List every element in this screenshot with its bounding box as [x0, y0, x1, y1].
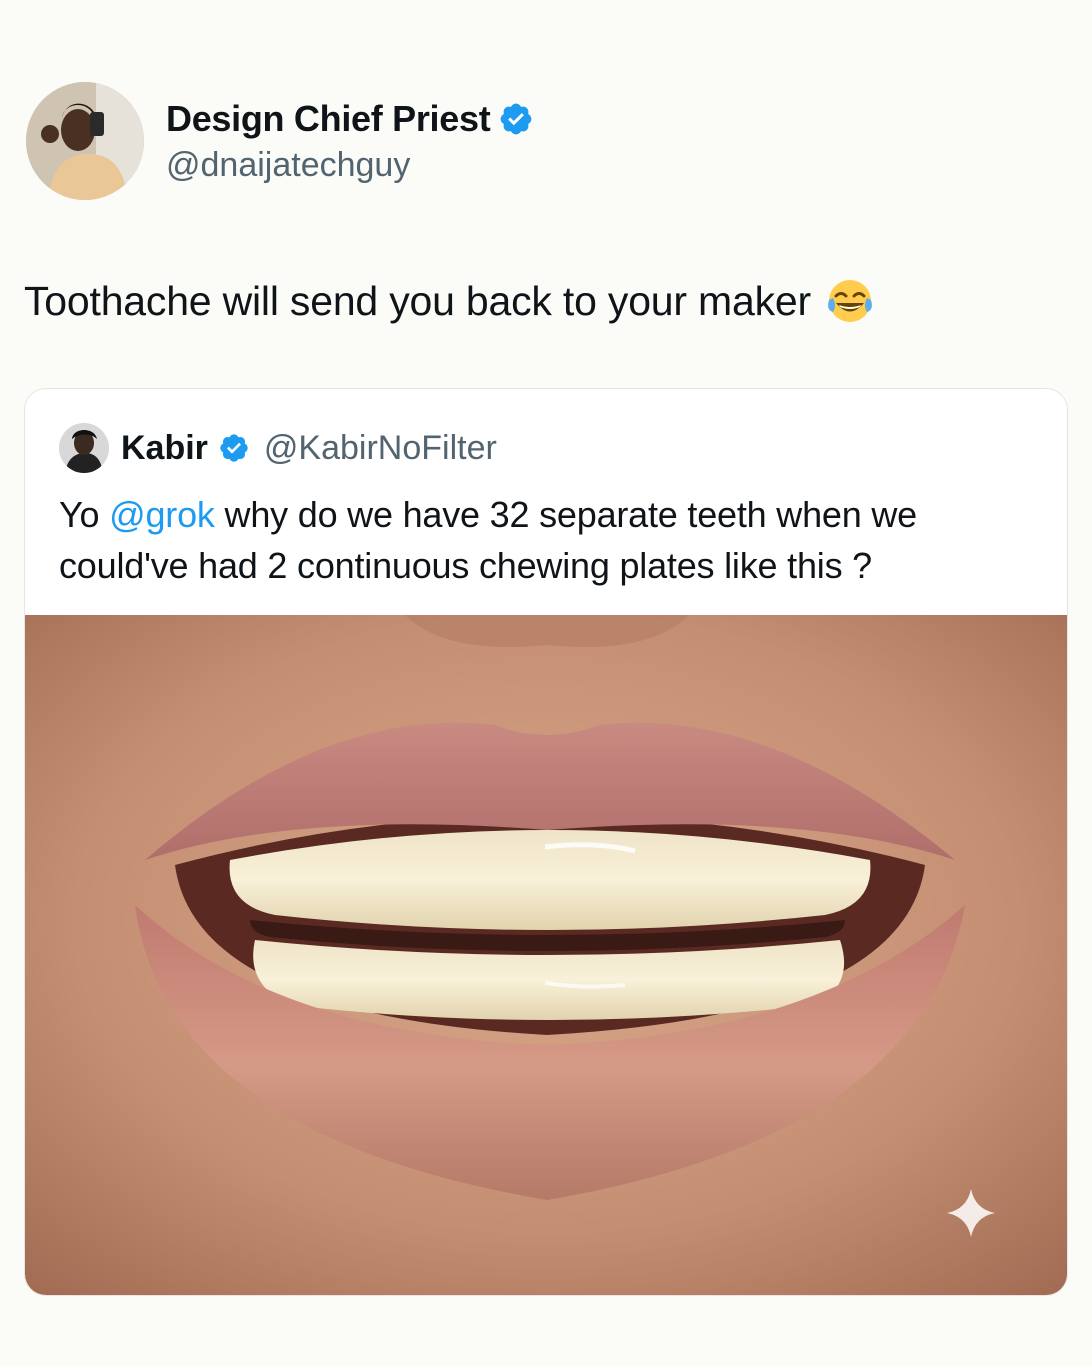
quote-author-avatar[interactable]: [59, 423, 109, 473]
mention-link[interactable]: @grok: [109, 494, 215, 535]
tweet-text: Toothache will send you back to your mak…: [24, 277, 811, 324]
quote-author-handle[interactable]: @KabirNoFilter: [264, 429, 497, 468]
author-avatar[interactable]: [26, 82, 144, 200]
verified-badge-icon: [501, 103, 532, 134]
quote-media-image[interactable]: [25, 615, 1068, 1296]
verified-badge-icon: [220, 434, 248, 462]
quote-text: Yo @grok why do we have 32 separate teet…: [59, 489, 1049, 591]
author-handle[interactable]: @dnaijatechguy: [166, 146, 534, 185]
quote-author-display-name[interactable]: Kabir: [121, 429, 208, 468]
quote-author: Kabir @KabirNoFilter: [59, 423, 497, 473]
face-with-tears-of-joy-icon: [828, 280, 872, 322]
quoted-tweet-card[interactable]: Kabir @KabirNoFilter Yo @grok why do we …: [24, 388, 1068, 1296]
tweet-author: Design Chief Priest @dnaijatechguy: [26, 82, 534, 200]
quote-text-before: Yo: [59, 494, 110, 535]
tweet-body: Toothache will send you back to your mak…: [24, 276, 875, 326]
author-display-name[interactable]: Design Chief Priest: [166, 98, 491, 140]
